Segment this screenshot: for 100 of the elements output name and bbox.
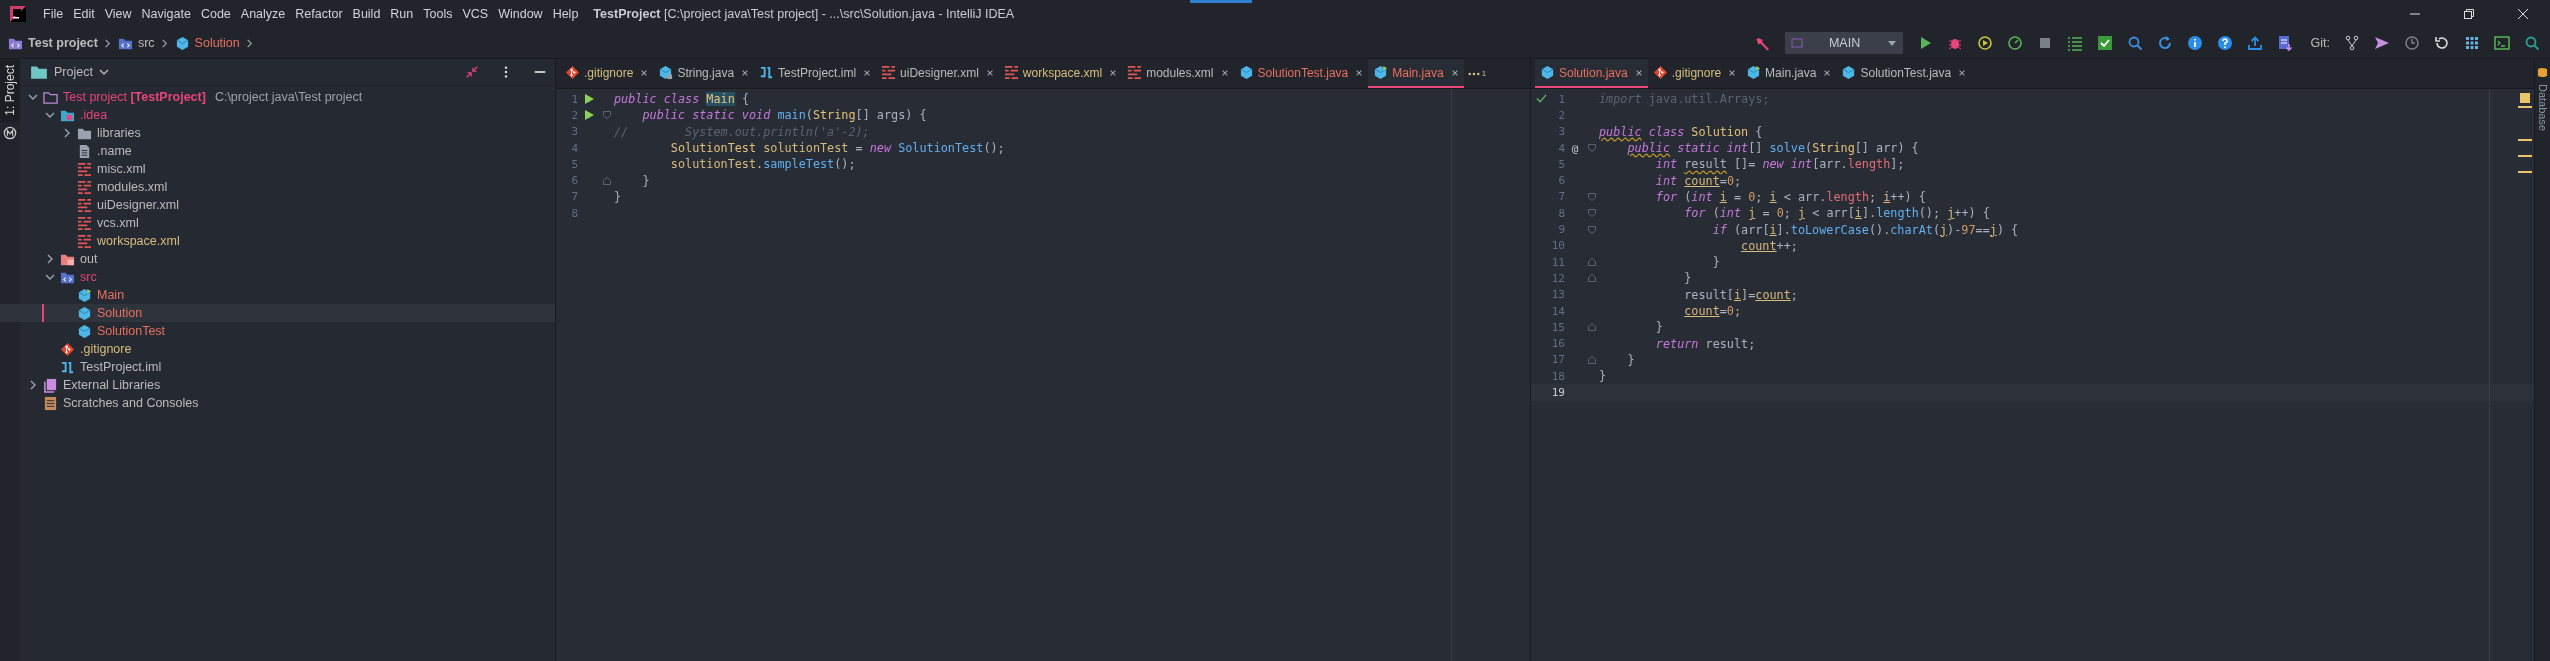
search-icon[interactable] — [2524, 35, 2540, 51]
breadcrumb[interactable]: Test project — [28, 36, 98, 50]
editor-tab[interactable]: String.java — [653, 59, 755, 88]
tree-item[interactable]: Solution — [0, 304, 555, 322]
refresh-icon[interactable] — [2156, 35, 2173, 51]
send-icon[interactable] — [2374, 35, 2390, 51]
tree-item[interactable]: .name — [62, 142, 555, 160]
tree-item[interactable]: misc.xml — [62, 160, 555, 178]
close-icon[interactable] — [1823, 68, 1832, 77]
chevron-down-icon[interactable] — [45, 272, 55, 282]
document-icon[interactable] — [2276, 35, 2293, 51]
editor-tab[interactable]: Main.java — [1741, 59, 1837, 88]
editor-tab[interactable]: TestProject.iml — [754, 59, 877, 88]
code-line: import java.util.Arrays; — [1599, 92, 1770, 107]
app-logo-icon[interactable] — [10, 6, 26, 22]
editor-tab[interactable]: Main.java — [1368, 59, 1464, 88]
close-icon[interactable] — [1450, 68, 1459, 77]
run-icon[interactable] — [584, 94, 594, 105]
git-icon — [60, 341, 75, 357]
editor-tab[interactable]: uiDesigner.xml — [876, 59, 999, 88]
override-marker[interactable]: @ — [1571, 141, 1579, 155]
chevron-down-icon[interactable] — [45, 110, 55, 120]
chevron-right-icon[interactable] — [28, 380, 38, 390]
tree-item[interactable]: vcs.xml — [62, 214, 555, 232]
tree-item[interactable]: Test project [TestProject] C:\project java\Test project — [28, 88, 555, 106]
chevron-down-icon[interactable] — [28, 92, 38, 102]
tree-item[interactable]: uiDesigner.xml — [62, 196, 555, 214]
tree-item[interactable]: out — [45, 250, 555, 268]
chevron-right-icon[interactable] — [45, 254, 55, 264]
tree-item[interactable]: Scratches and Consoles — [28, 394, 555, 412]
coverage-icon[interactable] — [1976, 35, 1993, 51]
branch-icon[interactable] — [2344, 35, 2360, 51]
project-tool-tab[interactable]: 1: Project — [0, 59, 20, 122]
gauge-icon[interactable] — [2006, 35, 2023, 51]
chevron-right-icon[interactable] — [62, 128, 72, 138]
info-icon[interactable] — [2186, 35, 2203, 51]
clock-icon[interactable] — [2404, 35, 2420, 51]
editor-tab[interactable]: modules.xml — [1122, 59, 1234, 88]
tree-item[interactable]: libraries — [62, 124, 555, 142]
breadcrumb[interactable]: Solution — [194, 36, 240, 50]
maven-icon[interactable] — [3, 125, 17, 140]
close-icon[interactable] — [863, 68, 872, 77]
tree-item[interactable]: TestProject.iml — [45, 358, 555, 376]
tree-item[interactable]: Main — [62, 286, 555, 304]
editor-tab[interactable]: Solution.java — [1535, 59, 1648, 88]
grid-icon[interactable] — [2464, 35, 2480, 51]
editor-tab[interactable]: workspace.xml — [998, 59, 1123, 88]
close-icon[interactable] — [640, 68, 649, 77]
menu-item[interactable]: Tools — [418, 4, 458, 24]
tree-item[interactable]: .idea — [45, 106, 555, 124]
menu-item[interactable]: File — [38, 4, 69, 24]
menu-item[interactable]: Edit — [68, 4, 100, 24]
menu-item[interactable]: Run — [385, 4, 419, 24]
tree-item[interactable]: workspace.xml — [62, 232, 555, 250]
tree-item[interactable]: External Libraries — [28, 376, 555, 394]
close-icon[interactable] — [1109, 68, 1118, 77]
editor-tab[interactable]: SolutionTest.java — [1233, 59, 1369, 88]
editor-tab[interactable]: .gitignore — [560, 59, 654, 88]
breadcrumb[interactable]: src — [137, 36, 155, 50]
database-tool-tab[interactable]: Database — [2535, 78, 2550, 138]
menu-item[interactable]: View — [99, 4, 137, 24]
close-icon[interactable] — [741, 68, 750, 77]
git-label: Git: — [2310, 36, 2330, 50]
code-line: // System.out.println('a'-2); — [614, 124, 870, 139]
editor-tab[interactable]: .gitignore — [1647, 59, 1742, 88]
editor-tab[interactable]: SolutionTest.java — [1836, 59, 1972, 88]
menu-item[interactable]: VCS — [457, 4, 494, 24]
menu-item[interactable]: Help — [547, 4, 584, 24]
run-configuration-dropdown[interactable]: MAIN — [1784, 32, 1903, 54]
menu-item[interactable]: Window — [493, 4, 548, 24]
close-icon[interactable] — [985, 68, 994, 77]
database-icon[interactable] — [2537, 67, 2548, 78]
help-icon[interactable] — [2216, 35, 2233, 51]
list-icon[interactable] — [2066, 35, 2083, 51]
upload-icon[interactable] — [2246, 35, 2263, 51]
code-line: } — [1626, 352, 1635, 367]
collapse-icon[interactable] — [465, 65, 479, 79]
menu-item[interactable]: Refactor — [290, 4, 348, 24]
close-icon[interactable] — [1728, 68, 1737, 77]
undo-icon[interactable] — [2434, 35, 2450, 51]
close-icon[interactable] — [1355, 68, 1364, 77]
tree-item[interactable]: SolutionTest — [62, 322, 555, 340]
close-icon[interactable] — [1220, 68, 1229, 77]
terminal-icon[interactable] — [2494, 35, 2510, 51]
project-view-dropdown[interactable]: Project — [54, 65, 109, 79]
close-icon[interactable] — [1634, 68, 1643, 77]
close-icon[interactable] — [1958, 68, 1967, 77]
tree-item[interactable]: src — [45, 268, 555, 286]
check-icon[interactable] — [1536, 94, 1547, 103]
menu-item[interactable]: Code — [195, 4, 236, 24]
tree-item[interactable]: .gitignore — [45, 340, 555, 358]
tree-item[interactable]: modules.xml — [62, 178, 555, 196]
magnifier-icon[interactable] — [2126, 35, 2143, 51]
run-icon[interactable] — [584, 110, 594, 121]
menu-item[interactable]: Build — [347, 4, 386, 24]
more-tabs-icon[interactable] — [1467, 71, 1480, 76]
checkbox-icon[interactable] — [2096, 35, 2113, 51]
restore-icon[interactable] — [2463, 8, 2475, 20]
menu-item[interactable]: Analyze — [235, 4, 291, 24]
menu-item[interactable]: Navigate — [136, 4, 196, 24]
